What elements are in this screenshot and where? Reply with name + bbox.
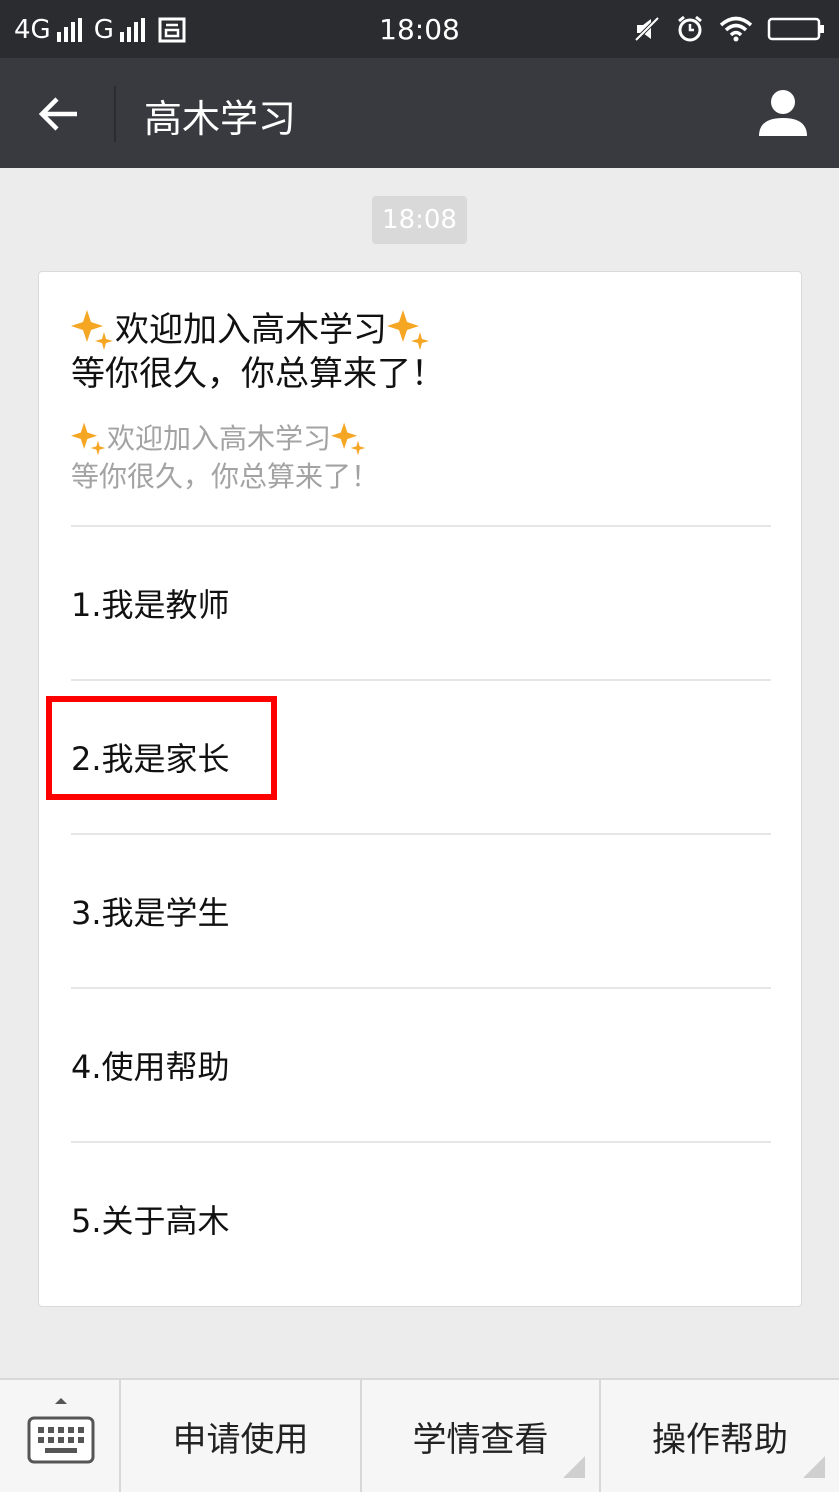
message-timestamp: 18:08: [372, 196, 467, 244]
sparkle-icon: [387, 310, 429, 350]
alarm-icon: [678, 15, 702, 42]
welcome-sub-text: 欢迎加入高木学习: [107, 422, 332, 455]
keyboard-toggle-button[interactable]: [0, 1380, 121, 1492]
welcome-line-2: 等你很久，你总算来了！: [71, 352, 771, 396]
battery-icon: [767, 17, 824, 41]
back-arrow-icon: [38, 97, 77, 131]
menu-item-help[interactable]: 4.使用帮助: [71, 987, 771, 1141]
welcome-sub-line-2: 等你很久，你总算来了！: [71, 458, 771, 496]
page-title: 高木学习: [144, 97, 297, 141]
status-bar: 4G G 18:08: [0, 0, 839, 58]
submenu-indicator-icon: [803, 1456, 825, 1478]
mute-icon: [634, 16, 660, 42]
welcome-text-2: 等你很久，你总算来了！: [71, 354, 445, 394]
status-right: [633, 12, 825, 46]
submenu-indicator-icon: [563, 1456, 585, 1478]
menu-item-label: 1.我是教师: [71, 586, 230, 624]
welcome-sub-block: 欢迎加入高木学习 等你很久，你总算来了！: [71, 420, 771, 496]
title-divider: [114, 86, 116, 142]
operation-help-button[interactable]: 操作帮助: [599, 1380, 839, 1492]
menu-item-about[interactable]: 5.关于高木: [71, 1141, 771, 1295]
welcome-header: 欢迎加入高木学习 等你很久，你总算来了！ 欢迎加入高木学习 等你很久，你总算来了…: [71, 308, 771, 496]
welcome-text: 欢迎加入高木学习: [115, 310, 387, 350]
highlight-box: [46, 696, 277, 800]
sparkle-icon: [71, 310, 113, 350]
back-button[interactable]: [28, 86, 88, 142]
sparkle-icon: [71, 422, 106, 456]
menu-item-label: 5.关于高木: [71, 1202, 230, 1240]
learning-status-button[interactable]: 学情查看: [360, 1380, 599, 1492]
profile-button[interactable]: [755, 84, 811, 140]
menu-item-label: 3.我是学生: [71, 894, 230, 932]
menu-button-label: 操作帮助: [652, 1419, 788, 1460]
person-icon: [759, 90, 807, 136]
menu-item-student[interactable]: 3.我是学生: [71, 833, 771, 987]
keyboard-icon: [27, 1398, 95, 1464]
menu-button-label: 学情查看: [412, 1419, 549, 1460]
welcome-line: 欢迎加入高木学习: [71, 308, 771, 352]
menu-button-label: 申请使用: [172, 1419, 309, 1460]
title-bar: 高木学习: [0, 58, 839, 168]
sparkle-icon: [331, 422, 366, 456]
bottom-menu-bar: 申请使用 学情查看 操作帮助: [0, 1378, 839, 1492]
wifi-icon: [719, 16, 753, 42]
apply-use-button[interactable]: 申请使用: [121, 1380, 360, 1492]
welcome-sub-line: 欢迎加入高木学习: [71, 420, 771, 458]
welcome-sub-text-2: 等你很久，你总算来了！: [71, 460, 380, 493]
menu-item-teacher[interactable]: 1.我是教师: [71, 525, 771, 679]
menu-item-label: 4.使用帮助: [71, 1048, 230, 1086]
